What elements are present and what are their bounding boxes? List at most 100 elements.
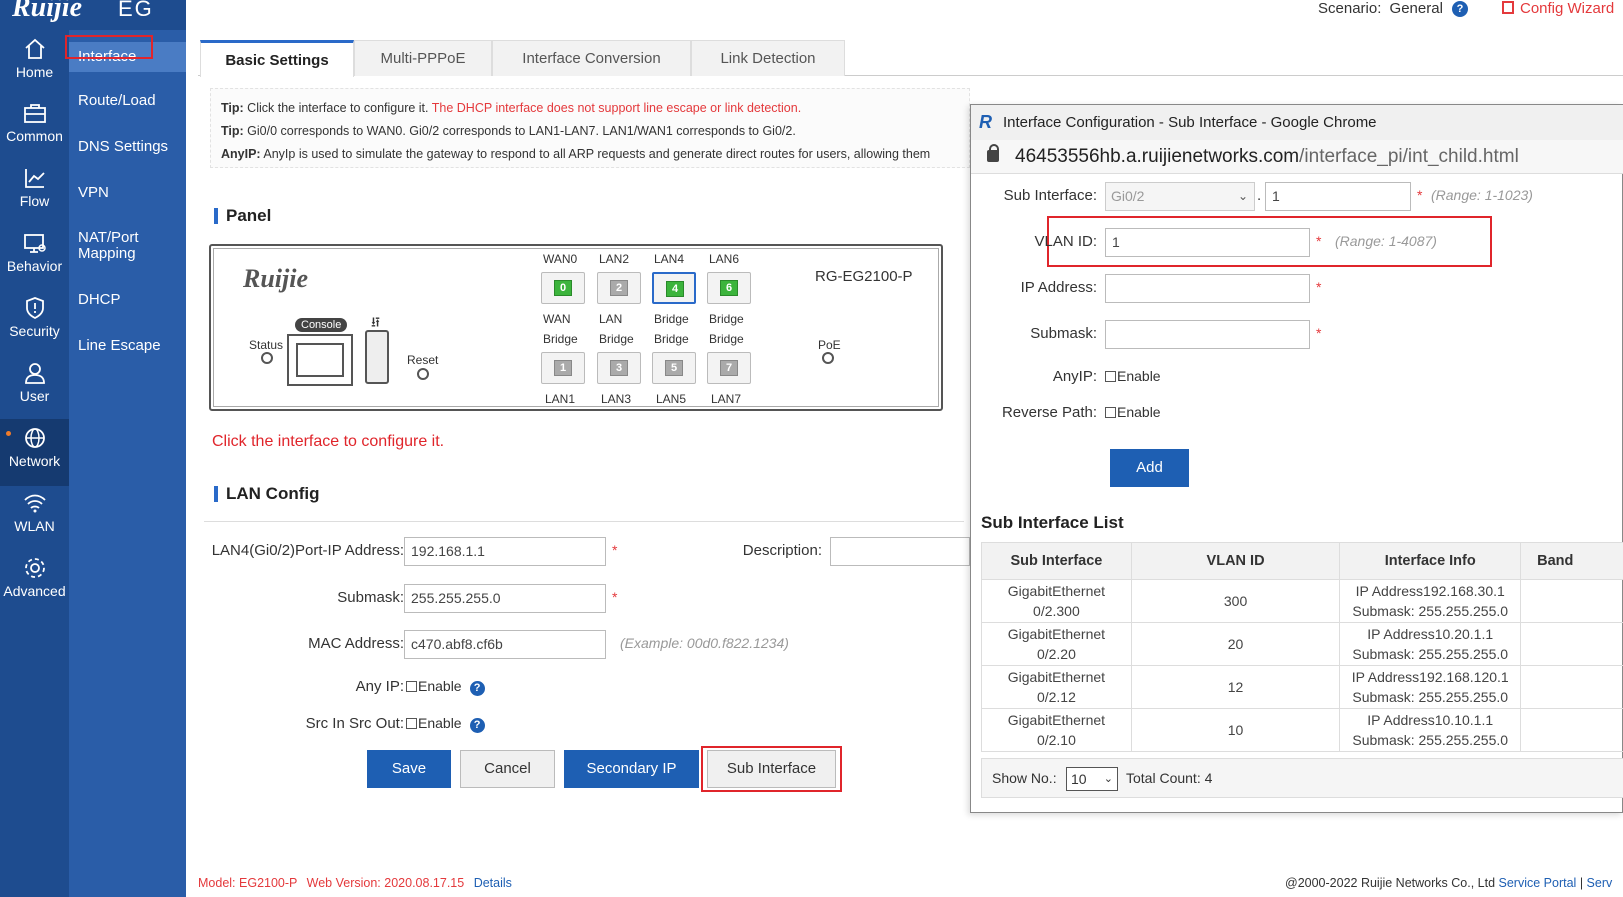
poe-label: PoE	[818, 338, 841, 352]
cell-text: Submask: 255.255.255.0	[1352, 646, 1509, 662]
save-button[interactable]: Save	[367, 750, 451, 788]
port-lan2[interactable]: 2	[597, 272, 641, 304]
gear-icon	[24, 558, 45, 578]
port-role-label: Bridge	[709, 332, 744, 346]
checkbox-box[interactable]	[1105, 371, 1116, 382]
checkbox-box[interactable]	[406, 718, 417, 729]
nav-label: Behavior	[6, 258, 63, 274]
popup-title-bar[interactable]: R Interface Configuration - Sub Interfac…	[971, 105, 1623, 140]
sub-interface-number-input[interactable]: 1	[1265, 182, 1411, 211]
sub-menu: Interface Route/Load DNS Settings VPN NA…	[65, 30, 186, 897]
submenu-item-nat-port-mapping[interactable]: NAT/Port Mapping	[69, 230, 186, 262]
port-number: 1	[554, 360, 572, 376]
table-row[interactable]: GigabitEthernet 0/2.300 300 IP Address192.1…	[981, 579, 1623, 623]
table-row[interactable]: GigabitEthernet 0/2.20 20 IP Address10.20.1…	[981, 622, 1623, 666]
tab-interface-conversion[interactable]: Interface Conversion	[492, 40, 691, 76]
description-input[interactable]	[830, 537, 970, 566]
port-name-label: LAN3	[601, 392, 632, 406]
nav-label: Security	[9, 323, 60, 339]
submask-input[interactable]: 255.255.255.0	[404, 584, 606, 613]
submenu-item-route-load[interactable]: Route/Load	[69, 93, 186, 109]
tab-multi-pppoe[interactable]: Multi-PPPoE	[354, 40, 492, 76]
mac-address-input[interactable]: c470.abf8.cf6b	[404, 630, 606, 659]
table-cell: GigabitEthernet 0/2.300	[981, 579, 1132, 623]
port-lan6[interactable]: 6	[707, 272, 751, 304]
port-lan4[interactable]: 4	[652, 272, 696, 304]
checkbox-label: Enable	[418, 715, 462, 731]
nav-item-common[interactable]: Common	[0, 94, 69, 161]
details-link[interactable]: Details	[474, 876, 512, 890]
device-model: RG-EG2100-P	[815, 268, 913, 285]
anyip-checkbox[interactable]: Enable	[1105, 368, 1161, 384]
submask-label: Submask:	[1030, 325, 1097, 342]
nav-item-behavior[interactable]: Behavior	[0, 224, 69, 291]
nav-item-advanced[interactable]: Advanced	[0, 549, 69, 616]
submenu-item-vpn[interactable]: VPN	[69, 185, 186, 201]
port-wan0[interactable]: 0	[541, 272, 585, 304]
submenu-item-interface[interactable]: Interface	[65, 35, 186, 72]
home-icon	[24, 38, 45, 59]
cancel-button[interactable]: Cancel	[460, 750, 555, 788]
any-ip-label: Any IP:	[355, 678, 404, 695]
nav-item-security[interactable]: Security	[0, 289, 69, 356]
cell-text: GigabitEthernet	[1007, 626, 1106, 642]
nav-label: Common	[6, 128, 63, 144]
tip-box: Tip: Click the interface to configure it…	[210, 88, 970, 168]
help-icon[interactable]: ?	[1452, 1, 1468, 17]
active-dot	[6, 431, 11, 436]
service-portal-link[interactable]: Service Portal	[1499, 876, 1577, 890]
cell-text: 12	[1227, 679, 1244, 695]
any-ip-checkbox[interactable]: Enable?	[406, 678, 485, 696]
src-in-src-out-checkbox[interactable]: Enable?	[406, 715, 485, 733]
anyip-label: AnyIP:	[1052, 368, 1097, 385]
popup-address-bar[interactable]: 46453556hb.a.ruijienetworks.com/interfac…	[971, 140, 1623, 174]
port-ip-input[interactable]: 192.168.1.1	[404, 537, 606, 566]
reverse-path-checkbox[interactable]: Enable	[1105, 404, 1161, 420]
table-row[interactable]: GigabitEthernet 0/2.10 10 IP Address10.10.1…	[981, 708, 1623, 752]
port-lan5[interactable]: 5	[652, 352, 696, 384]
chart-line-icon	[24, 169, 45, 188]
main-nav: Home Common Flow Behavior Security User …	[0, 30, 69, 897]
port-lan7[interactable]: 7	[707, 352, 751, 384]
cell-text: GigabitEthernet	[1007, 669, 1106, 685]
lock-icon	[987, 144, 999, 162]
submenu-item-dhcp[interactable]: DHCP	[69, 292, 186, 308]
port-lan3[interactable]: 3	[597, 352, 641, 384]
nav-item-network[interactable]: Network	[0, 419, 69, 486]
table-cell: 10	[1130, 708, 1341, 752]
nav-item-user[interactable]: User	[0, 354, 69, 421]
ip-address-input[interactable]	[1105, 274, 1310, 303]
checkbox-box[interactable]	[406, 681, 417, 692]
model-value: EG2100-P	[239, 876, 298, 890]
config-wizard-link[interactable]: Config Wizard	[1502, 0, 1614, 17]
add-button[interactable]: Add	[1110, 449, 1189, 487]
page-size-select[interactable]: 10 ⌄	[1066, 767, 1118, 791]
nav-item-wlan[interactable]: WLAN	[0, 484, 69, 551]
vlan-id-input[interactable]: 1	[1105, 228, 1310, 257]
pagination-bar: Show No.: 10 ⌄ Total Count: 4	[981, 758, 1623, 798]
submenu-item-line-escape[interactable]: Line Escape	[69, 338, 186, 354]
port-lan1[interactable]: 1	[541, 352, 585, 384]
mac-example-hint: (Example: 00d0.f822.1234)	[620, 635, 789, 651]
checkbox-box[interactable]	[1105, 407, 1116, 418]
secondary-ip-button[interactable]: Secondary IP	[564, 750, 699, 788]
model-label: Model:	[198, 876, 236, 890]
reset-button[interactable]	[417, 368, 429, 380]
nav-item-flow[interactable]: Flow	[0, 159, 69, 226]
logo-area: Ruijie EG	[0, 0, 186, 30]
help-icon[interactable]: ?	[469, 718, 485, 733]
nav-item-home[interactable]: Home	[0, 30, 69, 97]
tab-link-detection[interactable]: Link Detection	[691, 40, 845, 76]
footer-link[interactable]: Serv	[1587, 876, 1613, 890]
tab-basic-settings[interactable]: Basic Settings	[200, 40, 354, 77]
submenu-item-dns-settings[interactable]: DNS Settings	[69, 139, 186, 155]
sub-interface-select[interactable]: Gi0/2 ⌄	[1105, 182, 1255, 211]
table-row[interactable]: GigabitEthernet 0/2.12 12 IP Address192.168…	[981, 665, 1623, 709]
submask-input[interactable]	[1105, 320, 1310, 349]
poe-led	[822, 352, 834, 364]
help-icon[interactable]: ?	[469, 681, 485, 696]
cell-text: Submask: 255.255.255.0	[1352, 689, 1509, 705]
sub-interface-button[interactable]: Sub Interface	[707, 750, 836, 788]
scenario: Scenario: General	[1318, 0, 1443, 17]
toolbox-icon	[23, 104, 46, 123]
